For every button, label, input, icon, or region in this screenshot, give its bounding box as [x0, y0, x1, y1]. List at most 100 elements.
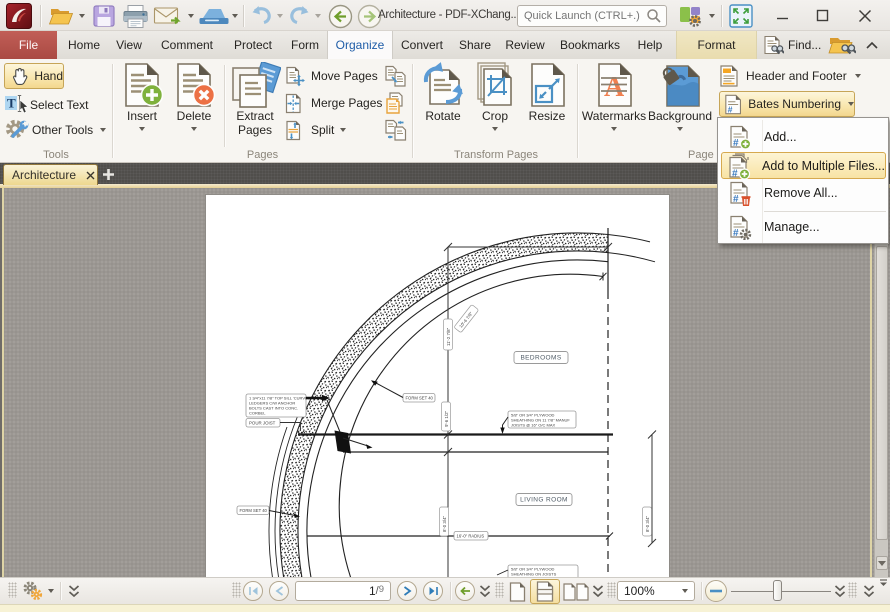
first-page-button[interactable] — [243, 581, 263, 601]
history-expand-button[interactable] — [478, 580, 492, 602]
tab-help[interactable]: Help — [629, 31, 671, 59]
split-button[interactable]: Split — [284, 119, 346, 141]
single-page-layout-button[interactable] — [506, 581, 528, 602]
tab-protect[interactable]: Protect — [223, 31, 283, 59]
tab-format[interactable]: Format — [676, 31, 757, 59]
delete-pages-button[interactable]: Delete — [166, 61, 222, 147]
fit-width-layout-button[interactable] — [530, 579, 560, 604]
page-number-box[interactable]: / 9 — [295, 581, 391, 601]
insert-pages-icon — [119, 61, 165, 108]
quick-launch-input[interactable] — [518, 10, 646, 22]
redo-dropdown[interactable] — [313, 3, 323, 29]
vertical-scrollbar[interactable] — [874, 188, 888, 577]
redo-button[interactable] — [287, 3, 313, 29]
header-and-footer-button[interactable]: Header and Footer — [719, 64, 861, 88]
status-options-dropdown[interactable] — [46, 580, 56, 602]
move-pages-button[interactable]: Move Pages — [284, 65, 378, 87]
more-tools-button[interactable] — [861, 580, 877, 602]
scrollbar-down-button[interactable] — [876, 556, 888, 570]
bates-manage-icon: # — [721, 215, 759, 240]
merge-pages-button[interactable]: Merge Pages — [284, 92, 382, 114]
tab-share[interactable]: Share — [451, 31, 499, 59]
svg-text:#: # — [733, 228, 739, 239]
menu-item-remove-all[interactable]: # Remove All... — [721, 180, 886, 206]
fullscreen-button[interactable] — [727, 3, 755, 29]
next-page-button[interactable] — [397, 581, 417, 601]
background-button[interactable]: Background — [648, 61, 712, 147]
save-button[interactable] — [90, 3, 118, 29]
layout-expand-button[interactable] — [591, 580, 605, 602]
tab-close-icon[interactable] — [86, 171, 95, 180]
undo-dropdown[interactable] — [275, 3, 285, 29]
other-tools-icon — [4, 117, 32, 143]
nav-back-button[interactable] — [327, 3, 353, 29]
zoom-level-select[interactable]: 100% — [617, 581, 695, 601]
scan-button[interactable] — [198, 3, 230, 29]
tab-review[interactable]: Review — [499, 31, 551, 59]
swap-pages-button[interactable] — [384, 119, 408, 141]
tab-view[interactable]: View — [107, 31, 151, 59]
crop-pages-button[interactable]: Crop — [467, 61, 523, 147]
other-tools-button[interactable]: Other Tools — [4, 118, 106, 142]
email-dropdown[interactable] — [186, 3, 196, 29]
new-tab-button[interactable] — [101, 166, 116, 182]
menu-item-add[interactable]: # Add... — [721, 124, 886, 150]
tab-comment[interactable]: Comment — [151, 31, 223, 59]
tab-organize[interactable]: Organize — [327, 31, 393, 59]
statusbar-collapse-button[interactable] — [876, 578, 890, 588]
bates-add-multiple-icon: # — [722, 153, 757, 179]
bates-numbering-button[interactable]: # Bates Numbering — [719, 91, 855, 117]
menu-separator — [764, 211, 886, 212]
email-button[interactable] — [152, 3, 184, 29]
ui-options-dropdown[interactable] — [707, 3, 717, 29]
zoom-expand-button[interactable] — [833, 580, 847, 602]
insert-pages-button[interactable]: Insert — [114, 61, 170, 147]
tab-convert[interactable]: Convert — [393, 31, 451, 59]
print-button[interactable] — [120, 3, 150, 29]
extract-pages-button[interactable]: Extract Pages — [227, 61, 283, 147]
tab-file[interactable]: File — [0, 31, 57, 59]
page-nav-grip[interactable] — [232, 582, 241, 598]
layout-grip[interactable] — [495, 582, 504, 598]
last-page-button[interactable] — [423, 581, 443, 601]
menu-item-manage[interactable]: # Manage... — [721, 214, 886, 240]
tab-bookmarks[interactable]: Bookmarks — [551, 31, 629, 59]
ui-options-button[interactable] — [676, 3, 706, 29]
scan-dropdown[interactable] — [230, 3, 240, 29]
zoom-level-value: 100% — [624, 584, 655, 598]
status-options-button[interactable] — [20, 580, 46, 602]
tab-form[interactable]: Form — [283, 31, 327, 59]
open-file-dropdown[interactable] — [77, 3, 87, 29]
menu-item-add-to-multiple-files[interactable]: # Add to Multiple Files... — [721, 152, 886, 179]
hand-tool-button[interactable]: Hand — [4, 63, 64, 89]
undo-button[interactable] — [248, 3, 274, 29]
minimize-button[interactable] — [765, 0, 799, 31]
open-file-button[interactable] — [46, 3, 76, 29]
duplicate-pages-button[interactable] — [384, 65, 408, 87]
replace-pages-button[interactable] — [384, 92, 408, 114]
toolbar-grip[interactable] — [8, 582, 17, 598]
zoom-slider-handle[interactable] — [773, 580, 782, 601]
rotate-pages-button[interactable]: Rotate — [415, 61, 471, 147]
history-back-button[interactable] — [455, 581, 475, 601]
document-page[interactable]: 1 3/4"x11 7/8" TOP SILL 'CURVED' LEDGERS… — [205, 194, 670, 577]
previous-page-button[interactable] — [269, 581, 289, 601]
tab-home[interactable]: Home — [61, 31, 107, 59]
status-expand-button[interactable] — [66, 580, 82, 602]
right-grip[interactable] — [848, 582, 857, 598]
zoom-out-button[interactable] — [705, 580, 727, 602]
quick-launch-box[interactable] — [517, 5, 667, 27]
resize-pages-button[interactable]: Resize — [519, 61, 575, 147]
zoom-grip[interactable] — [607, 582, 616, 598]
page-number-input[interactable] — [318, 584, 376, 598]
two-page-layout-button[interactable] — [562, 581, 590, 602]
select-text-button[interactable]: T Select Text — [4, 93, 88, 117]
maximize-button[interactable] — [805, 0, 839, 31]
close-button[interactable] — [848, 0, 882, 31]
collapse-ribbon-button[interactable] — [866, 31, 884, 59]
document-tab-architecture[interactable]: Architecture — [3, 164, 98, 185]
search-in-files-button[interactable] — [828, 31, 856, 59]
find-button[interactable]: Find... — [762, 31, 821, 59]
watermarks-button[interactable]: A Watermarks — [583, 61, 645, 147]
scrollbar-thumb[interactable] — [876, 246, 888, 540]
